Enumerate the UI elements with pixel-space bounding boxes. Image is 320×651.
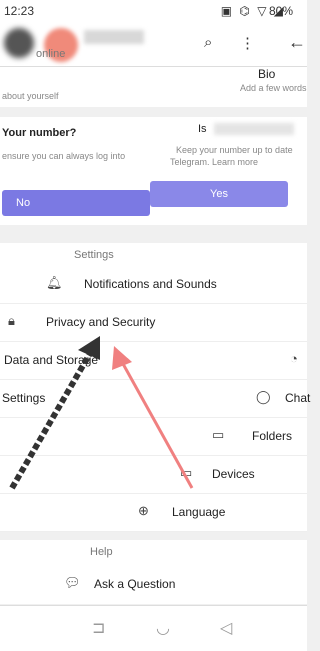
android-nav-bar: ⊐ ◡ ◁ xyxy=(0,605,307,651)
back-icon[interactable]: ◁ xyxy=(220,618,232,638)
annotation-arrows xyxy=(9,336,194,490)
pink-arrow xyxy=(112,346,194,489)
home-icon[interactable]: ◡ xyxy=(156,618,170,638)
recent-apps-icon[interactable]: ⊐ xyxy=(92,618,105,638)
dark-arrow xyxy=(9,336,100,490)
